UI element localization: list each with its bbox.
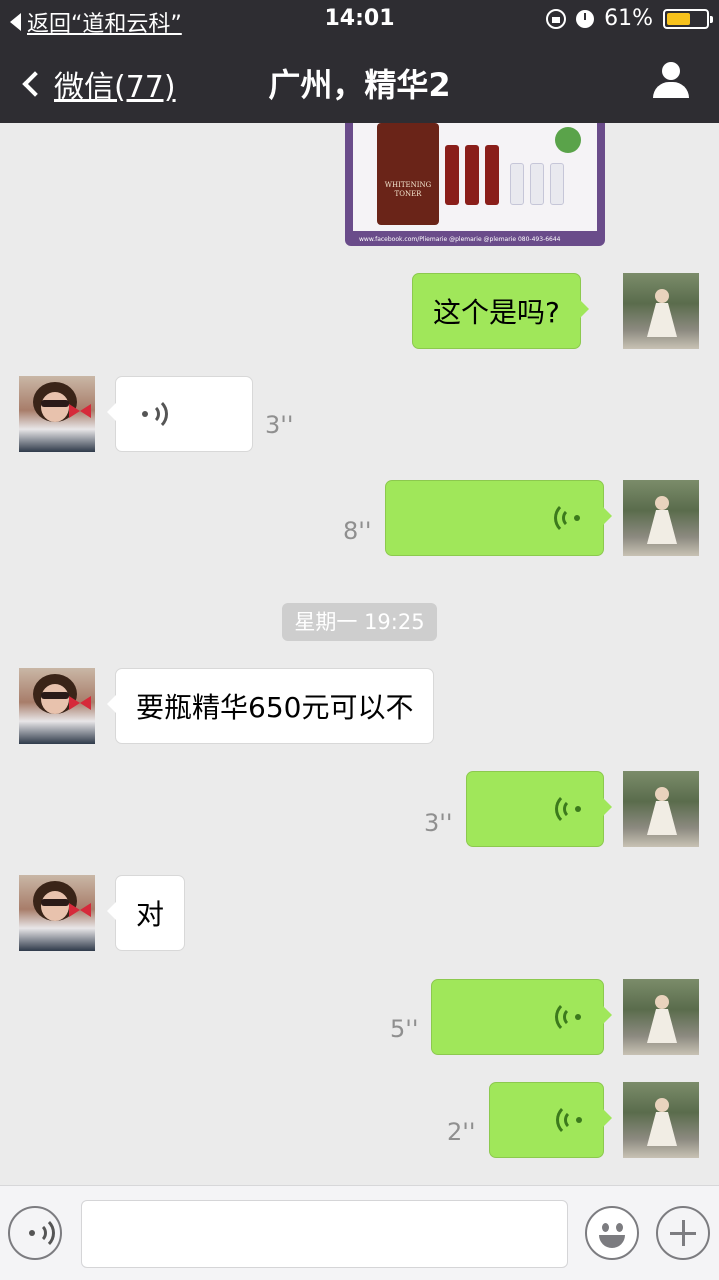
self-avatar[interactable] xyxy=(623,979,699,1055)
voice-playback-icon xyxy=(554,501,588,535)
self-text-message[interactable]: 这个是吗? xyxy=(412,273,589,349)
message-text: 要瓶精华650元可以不 xyxy=(136,691,414,724)
chat-title: 广州，精华2 xyxy=(268,66,451,104)
emoji-icon[interactable] xyxy=(585,1206,639,1260)
voice-wave-large xyxy=(554,501,588,535)
voice-duration: 3'' xyxy=(265,411,294,439)
avatar-girl-dress xyxy=(647,801,677,835)
emoji-mouth xyxy=(599,1235,625,1248)
contact-avatar[interactable] xyxy=(19,376,95,452)
contact-avatar[interactable] xyxy=(19,875,95,951)
avatar-girl-head xyxy=(655,289,669,303)
contact-text-message[interactable]: 要瓶精华650元可以不 xyxy=(106,668,435,744)
voice-wave-large xyxy=(21,1216,55,1250)
avatar-girl-head xyxy=(655,787,669,801)
voice-wave-large xyxy=(555,1000,589,1034)
rotation-lock-icon xyxy=(546,8,567,29)
voice-playback-icon xyxy=(134,397,168,431)
voice-wave-large xyxy=(555,792,589,826)
avatar-glasses xyxy=(41,400,69,407)
voice-playback-icon xyxy=(556,1103,590,1137)
avatar-face xyxy=(41,684,69,714)
nav-bar: 微信(77) 广州，精华2 xyxy=(0,40,719,123)
input-bar xyxy=(0,1185,719,1280)
plus-vertical xyxy=(682,1220,685,1246)
voice-wave-large xyxy=(556,1103,590,1137)
avatar-glasses xyxy=(41,899,69,906)
flower-image xyxy=(555,127,581,153)
avatar-girl-head xyxy=(655,496,669,510)
chat-area[interactable]: WHITENING TONER www.facebook.com/Pliemar… xyxy=(0,123,719,1185)
avatar-face xyxy=(41,392,69,422)
product-bottle-image xyxy=(445,145,459,205)
avatar-girl-dress xyxy=(647,303,677,337)
self-avatar[interactable] xyxy=(623,771,699,847)
self-avatar[interactable] xyxy=(623,1082,699,1158)
emoji-eye xyxy=(616,1223,623,1232)
product-bottle-image xyxy=(510,163,524,205)
message-text: 对 xyxy=(136,898,165,931)
self-avatar[interactable] xyxy=(623,480,699,556)
product-bottle-image xyxy=(550,163,564,205)
product-label: WHITENING TONER xyxy=(384,181,432,198)
voice-duration: 2'' xyxy=(447,1118,476,1146)
avatar-girl-head xyxy=(655,1098,669,1112)
person-icon-head xyxy=(662,62,680,80)
voice-duration: 8'' xyxy=(343,517,372,545)
self-voice-message[interactable] xyxy=(385,480,612,556)
person-icon[interactable] xyxy=(653,62,689,98)
voice-duration: 3'' xyxy=(424,809,453,837)
battery-fill xyxy=(667,12,691,25)
self-avatar[interactable] xyxy=(623,273,699,349)
plus-icon[interactable] xyxy=(656,1206,710,1260)
self-voice-message[interactable] xyxy=(489,1082,612,1158)
person-icon-body xyxy=(653,82,689,98)
image-footer: www.facebook.com/Pliemarie @plemarie @pl… xyxy=(359,236,561,243)
product-bottle-image xyxy=(530,163,544,205)
voice-wave-large xyxy=(134,397,168,431)
self-voice-message[interactable] xyxy=(466,771,612,847)
voice-toggle-button[interactable] xyxy=(8,1206,62,1260)
message-input[interactable] xyxy=(81,1200,568,1268)
voice-playback-icon xyxy=(555,1000,589,1034)
avatar-girl-dress xyxy=(647,510,677,544)
status-bar: 返回“道和云科” 14:01 61% xyxy=(0,0,719,40)
voice-playback-icon xyxy=(555,792,589,826)
status-indicators: 61% xyxy=(546,6,713,31)
self-voice-message[interactable] xyxy=(431,979,612,1055)
avatar-girl-head xyxy=(655,995,669,1009)
product-bottle-image xyxy=(465,145,479,205)
emoji-eye xyxy=(602,1223,609,1232)
contact-avatar[interactable] xyxy=(19,668,95,744)
top-bar: 返回“道和云科” 14:01 61% 微信(77) 广州，精华2 xyxy=(0,0,719,123)
avatar-face xyxy=(41,891,69,921)
contact-voice-message[interactable] xyxy=(107,376,253,452)
battery-icon xyxy=(663,8,713,29)
avatar-girl-dress xyxy=(647,1112,677,1146)
voice-duration: 5'' xyxy=(390,1015,419,1043)
message-timestamp: 星期一 19:25 xyxy=(282,603,437,641)
product-bottle-image xyxy=(485,145,499,205)
avatar-bow xyxy=(69,404,91,418)
image-message[interactable]: WHITENING TONER www.facebook.com/Pliemar… xyxy=(345,123,605,246)
alarm-icon xyxy=(576,9,595,28)
message-text: 这个是吗? xyxy=(433,296,560,329)
avatar-girl-dress xyxy=(647,1009,677,1043)
avatar-glasses xyxy=(41,692,69,699)
toner-bottle-image xyxy=(377,123,439,225)
voice-icon xyxy=(21,1216,55,1250)
battery-percent: 61% xyxy=(604,6,653,31)
contact-text-message[interactable]: 对 xyxy=(106,875,186,951)
